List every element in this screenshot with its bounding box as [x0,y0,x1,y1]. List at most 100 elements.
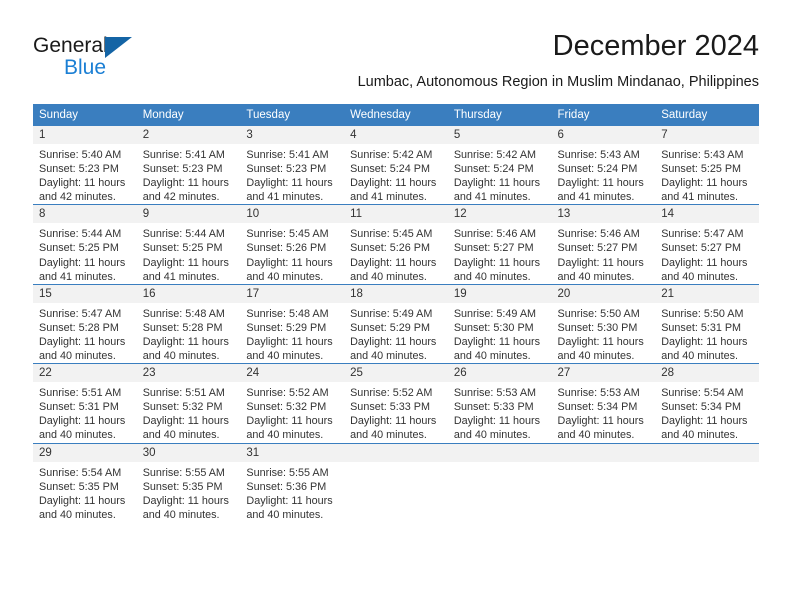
sunset-time: Sunset: 5:36 PM [246,480,327,493]
sunset-time: Sunset: 5:26 PM [350,242,430,255]
sunrise-time: Sunrise: 5:54 AM [661,387,744,400]
calendar-week-row: 22 Sunrise: 5:51 AM Sunset: 5:31 PM Dayligh… [33,363,759,443]
daylight-duration-line2: and 40 minutes. [39,508,116,521]
page-title: December 2024 [552,30,759,62]
calendar-day-cell[interactable]: 27 Sunrise: 5:53 AM Sunset: 5:34 PM Dayligh… [551,363,656,443]
calendar-day-cell[interactable]: 1 Sunrise: 5:40 AM Sunset: 5:23 PM Daylight… [33,124,137,205]
sunset-time: Sunset: 5:34 PM [557,401,638,414]
calendar-week-row: 29 Sunrise: 5:54 AM Sunset: 5:35 PM Dayligh… [33,442,759,522]
daylight-duration-line2: and 41 minutes. [557,191,635,204]
daylight-duration-line2: and 40 minutes. [661,270,739,283]
daylight-duration-line2: and 40 minutes. [453,270,531,283]
page-header: General Blue December 2024 Lumbac, Auton… [33,28,759,96]
sunset-time: Sunset: 5:27 PM [661,242,742,255]
calendar-day-cell[interactable]: 10 Sunrise: 5:45 AM Sunset: 5:26 PM Dayligh… [240,204,345,285]
calendar-day-cell[interactable]: 13 Sunrise: 5:46 AM Sunset: 5:27 PM Dayligh… [551,204,656,285]
daylight-duration-line2: and 41 minutes. [142,270,220,283]
daylight-duration-line1: Daylight: 11 hours [453,177,541,190]
calendar-day-cell[interactable]: 26 Sunrise: 5:53 AM Sunset: 5:33 PM Dayligh… [447,363,552,443]
weekday-header-monday: Monday [136,104,241,126]
calendar-day-cell[interactable]: 30 Sunrise: 5:55 AM Sunset: 5:35 PM Dayligh… [136,442,241,522]
location-subtitle: Lumbac, Autonomous Region in Muslim Mind… [357,74,759,90]
daylight-duration-line2: and 40 minutes. [557,350,635,363]
sunrise-time: Sunrise: 5:42 AM [453,149,537,161]
daylight-duration-line2: and 40 minutes. [246,270,324,283]
calendar-day-cell[interactable]: 4 Sunrise: 5:42 AM Sunset: 5:24 PM Daylight… [344,124,448,205]
sunrise-time: Sunrise: 5:48 AM [246,307,329,320]
sunset-time: Sunset: 5:25 PM [39,242,119,255]
calendar-page: General Blue December 2024 Lumbac, Auton… [0,0,792,612]
day-details [344,462,448,466]
sunset-time: Sunset: 5:24 PM [453,163,534,176]
calendar-day-cell[interactable]: 29 Sunrise: 5:54 AM Sunset: 5:35 PM Dayligh… [33,442,137,522]
daylight-duration-line1: Daylight: 11 hours [142,415,229,428]
calendar-day-cell[interactable]: 3 Sunrise: 5:41 AM Sunset: 5:23 PM Daylight… [240,124,345,205]
general-blue-logo: General Blue [33,34,233,86]
daylight-duration-line1: Daylight: 11 hours [142,256,229,269]
daylight-duration-line1: Daylight: 11 hours [39,177,126,190]
day-number [655,443,759,462]
day-details: Sunrise: 5:44 AM Sunset: 5:25 PM Daylight:… [137,223,241,283]
daylight-duration-line1: Daylight: 11 hours [661,335,748,348]
daylight-duration-line1: Daylight: 11 hours [246,256,333,269]
calendar-day-cell[interactable]: 24 Sunrise: 5:52 AM Sunset: 5:32 PM Dayligh… [240,363,345,443]
daylight-duration-line2: and 41 minutes. [246,191,324,204]
sunset-time: Sunset: 5:23 PM [246,163,327,176]
sunrise-time: Sunrise: 5:50 AM [661,307,744,320]
daylight-duration-line2: and 40 minutes. [661,350,739,363]
day-number: 16 [136,284,241,303]
day-details: Sunrise: 5:51 AM Sunset: 5:32 PM Daylight:… [137,382,241,442]
sunset-time: Sunset: 5:34 PM [661,401,742,414]
calendar-day-cell[interactable]: 16 Sunrise: 5:48 AM Sunset: 5:28 PM Dayligh… [136,283,241,364]
sunset-time: Sunset: 5:24 PM [350,163,430,176]
calendar-day-cell[interactable]: 11 Sunrise: 5:45 AM Sunset: 5:26 PM Dayligh… [344,204,448,285]
weekday-header-thursday: Thursday [447,104,552,126]
sunrise-time: Sunrise: 5:51 AM [142,387,225,400]
daylight-duration-line1: Daylight: 11 hours [142,494,229,507]
calendar-day-cell[interactable]: 18 Sunrise: 5:49 AM Sunset: 5:29 PM Dayligh… [344,283,448,364]
calendar-day-cell[interactable]: 23 Sunrise: 5:51 AM Sunset: 5:32 PM Dayligh… [136,363,241,443]
sunrise-time: Sunrise: 5:46 AM [453,228,537,241]
day-details: Sunrise: 5:46 AM Sunset: 5:27 PM Daylight:… [552,223,656,283]
day-details: Sunrise: 5:53 AM Sunset: 5:33 PM Daylight:… [448,382,552,442]
day-number: 5 [447,126,552,144]
daylight-duration-line1: Daylight: 11 hours [39,256,126,269]
day-number: 9 [136,205,241,224]
calendar-day-cell[interactable]: 12 Sunrise: 5:46 AM Sunset: 5:27 PM Dayligh… [447,204,552,285]
calendar-day-cell[interactable]: 9 Sunrise: 5:44 AM Sunset: 5:25 PM Daylight… [136,204,241,285]
calendar-day-cell[interactable]: 28 Sunrise: 5:54 AM Sunset: 5:34 PM Dayligh… [655,363,759,443]
sunset-time: Sunset: 5:25 PM [661,163,742,176]
calendar-day-cell[interactable]: 31 Sunrise: 5:55 AM Sunset: 5:36 PM Dayligh… [240,442,345,522]
calendar-day-cell[interactable]: 20 Sunrise: 5:50 AM Sunset: 5:30 PM Dayligh… [551,283,656,364]
calendar-day-cell[interactable]: 8 Sunrise: 5:44 AM Sunset: 5:25 PM Daylight… [33,204,137,285]
calendar-day-cell[interactable]: 6 Sunrise: 5:43 AM Sunset: 5:24 PM Daylight… [551,124,656,205]
day-number: 1 [33,126,137,144]
calendar-day-cell[interactable]: 7 Sunrise: 5:43 AM Sunset: 5:25 PM Daylight… [655,124,759,205]
daylight-duration-line1: Daylight: 11 hours [142,335,229,348]
sunrise-time: Sunrise: 5:55 AM [142,466,225,479]
sunset-time: Sunset: 5:29 PM [350,321,430,334]
calendar-day-cell[interactable]: 22 Sunrise: 5:51 AM Sunset: 5:31 PM Dayligh… [33,363,137,443]
daylight-duration-line2: and 41 minutes. [453,191,531,204]
calendar-day-cell[interactable]: 14 Sunrise: 5:47 AM Sunset: 5:27 PM Dayligh… [655,204,759,285]
daylight-duration-line2: and 40 minutes. [246,350,324,363]
day-details [655,462,759,466]
calendar-day-cell[interactable]: 21 Sunrise: 5:50 AM Sunset: 5:31 PM Dayligh… [655,283,759,364]
calendar-header-row: Sunday Monday Tuesday Wednesday Thursday… [33,104,759,126]
daylight-duration-line2: and 40 minutes. [246,429,324,442]
calendar-day-cell[interactable]: 15 Sunrise: 5:47 AM Sunset: 5:28 PM Dayligh… [33,283,137,364]
calendar-day-cell[interactable]: 17 Sunrise: 5:48 AM Sunset: 5:29 PM Dayligh… [240,283,345,364]
calendar-day-cell[interactable]: 19 Sunrise: 5:49 AM Sunset: 5:30 PM Dayligh… [447,283,552,364]
sunset-time: Sunset: 5:35 PM [142,480,223,493]
calendar-day-cell[interactable]: 2 Sunrise: 5:41 AM Sunset: 5:23 PM Daylight… [136,124,241,205]
daylight-duration-line1: Daylight: 11 hours [246,494,333,507]
daylight-duration-line1: Daylight: 11 hours [661,177,748,190]
calendar-day-cell[interactable]: 5 Sunrise: 5:42 AM Sunset: 5:24 PM Daylight… [447,124,552,205]
daylight-duration-line1: Daylight: 11 hours [557,177,644,190]
sunrise-time: Sunrise: 5:50 AM [557,307,640,320]
calendar-day-cell[interactable]: 25 Sunrise: 5:52 AM Sunset: 5:33 PM Dayligh… [344,363,448,443]
day-details: Sunrise: 5:52 AM Sunset: 5:32 PM Daylight:… [240,382,344,442]
sunrise-time: Sunrise: 5:44 AM [39,228,122,241]
day-details: Sunrise: 5:55 AM Sunset: 5:36 PM Daylight:… [240,462,344,522]
day-details: Sunrise: 5:47 AM Sunset: 5:28 PM Daylight:… [33,303,137,363]
